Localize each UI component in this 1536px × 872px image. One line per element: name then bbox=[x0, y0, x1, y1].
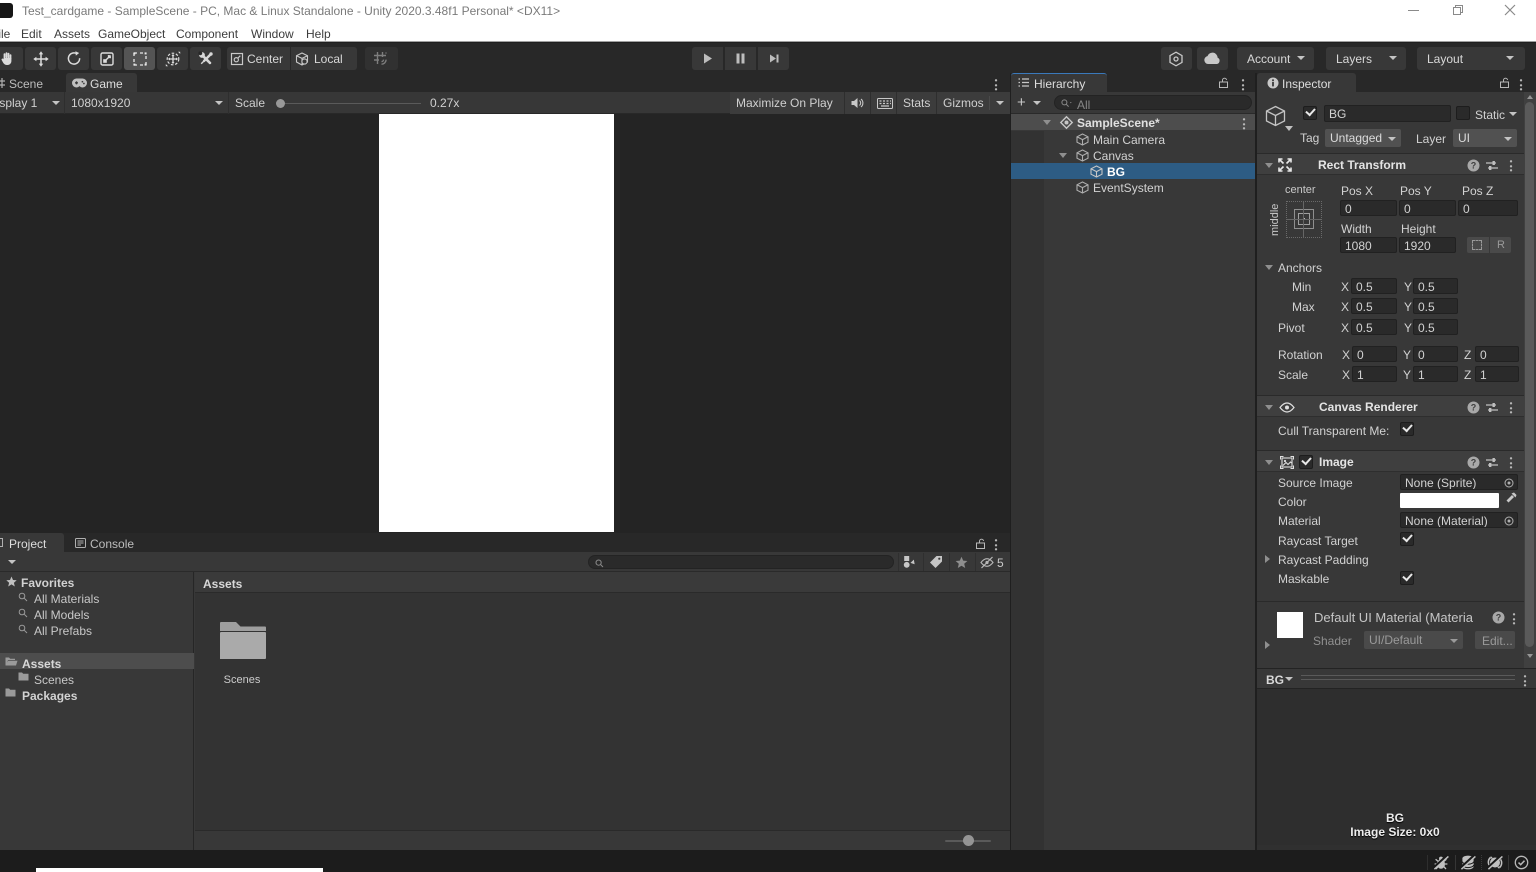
svg-text:?: ? bbox=[1496, 613, 1502, 623]
svg-text:?: ? bbox=[1471, 458, 1477, 468]
svg-text:?: ? bbox=[1471, 161, 1477, 171]
svg-text:?: ? bbox=[1471, 403, 1477, 413]
